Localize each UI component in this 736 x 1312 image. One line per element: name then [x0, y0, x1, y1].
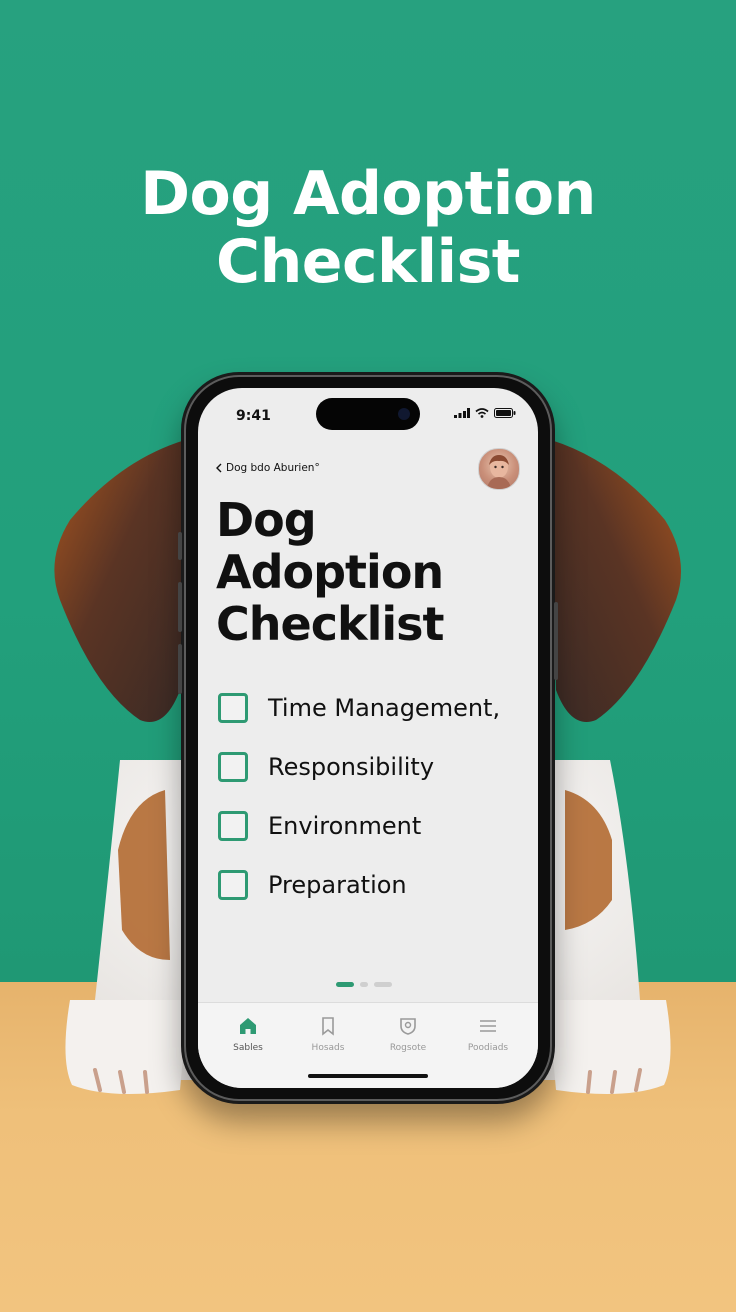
dynamic-island — [316, 398, 420, 430]
phone-volume-down-button — [178, 644, 182, 694]
checkbox[interactable] — [218, 869, 248, 900]
tab-poodiads[interactable]: Poodiads — [448, 1015, 528, 1053]
hero-title-line-1: Dog Adoption — [140, 159, 596, 229]
page-dot[interactable] — [360, 982, 368, 987]
checklist-item-label: Environment — [268, 811, 422, 840]
tab-label: Hosads — [311, 1043, 345, 1053]
page-indicator[interactable] — [336, 982, 392, 987]
home-icon — [240, 1018, 256, 1034]
battery-icon — [494, 408, 516, 418]
hero-title: Dog Adoption Checklist — [0, 160, 736, 296]
page-title-line-2: Adoption — [216, 545, 444, 599]
avatar-portrait-icon — [487, 455, 511, 489]
checklist-item-time-management[interactable]: Time Management, — [218, 678, 538, 737]
checklist-item-label: Preparation — [268, 870, 407, 899]
phone-action-button — [178, 532, 182, 560]
page-dot[interactable] — [374, 982, 392, 987]
phone-power-button — [554, 602, 558, 680]
tab-sables[interactable]: Sables — [208, 1015, 288, 1053]
checklist-item-label: Time Management, — [268, 693, 501, 722]
front-camera — [398, 408, 410, 420]
checklist-item-responsibility[interactable]: Responsibility — [218, 737, 538, 796]
status-time: 9:41 — [236, 408, 271, 424]
phone-screen: 9:41 Dog bdo Aburien° Dog Adoption Check… — [198, 388, 538, 1088]
page-title-line-1: Dog — [216, 493, 317, 547]
chevron-left-icon — [216, 463, 222, 473]
wifi-icon — [475, 408, 489, 418]
shield-icon — [400, 1018, 416, 1035]
tab-label: Sables — [233, 1043, 263, 1053]
avatar[interactable] — [478, 448, 520, 490]
back-button-label: Dog bdo Aburien° — [226, 462, 320, 474]
page-dot-active[interactable] — [336, 982, 354, 987]
phone-volume-up-button — [178, 582, 182, 632]
home-indicator[interactable] — [308, 1074, 428, 1078]
checkbox[interactable] — [218, 751, 248, 782]
menu-icon — [480, 1020, 496, 1032]
checklist: Time Management, Responsibility Environm… — [218, 678, 538, 914]
checkbox[interactable] — [218, 692, 248, 723]
bookmark-icon — [322, 1017, 334, 1036]
tab-label: Rogsote — [389, 1043, 427, 1053]
tab-rogsote[interactable]: Rogsote — [368, 1015, 448, 1053]
status-icons — [454, 408, 516, 418]
signal-icon — [454, 408, 470, 418]
checkbox[interactable] — [218, 810, 248, 841]
checklist-item-environment[interactable]: Environment — [218, 796, 538, 855]
phone-device: 9:41 Dog bdo Aburien° Dog Adoption Check… — [178, 372, 558, 1104]
tab-label: Poodiads — [467, 1043, 509, 1053]
back-button[interactable]: Dog bdo Aburien° — [216, 462, 320, 474]
page-title: Dog Adoption Checklist — [216, 494, 516, 650]
checklist-item-preparation[interactable]: Preparation — [218, 855, 538, 914]
hero-title-line-2: Checklist — [216, 227, 520, 297]
page-title-line-3: Checklist — [216, 597, 444, 651]
tab-hosads[interactable]: Hosads — [288, 1015, 368, 1053]
checklist-item-label: Responsibility — [268, 752, 435, 781]
